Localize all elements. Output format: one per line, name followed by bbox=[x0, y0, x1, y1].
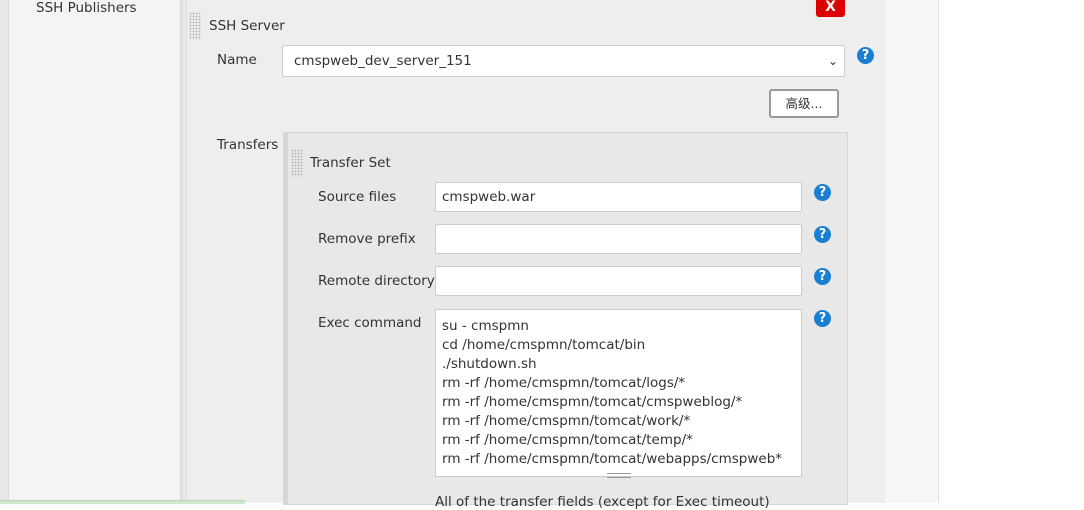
help-icon[interactable]: ? bbox=[814, 268, 831, 285]
remove-prefix-label: Remove prefix bbox=[318, 231, 416, 247]
remove-prefix-input[interactable] bbox=[435, 224, 802, 254]
chevron-down-icon: ⌄ bbox=[827, 54, 838, 68]
transfers-label: Transfers bbox=[217, 137, 279, 153]
advanced-button[interactable]: 高级... bbox=[769, 89, 839, 118]
drag-handle-icon[interactable] bbox=[291, 149, 303, 177]
sidebar: SSH Publishers bbox=[9, 0, 183, 503]
source-files-label: Source files bbox=[318, 189, 397, 205]
exec-command-textarea[interactable]: su - cmspmn cd /home/cmspmn/tomcat/bin .… bbox=[435, 309, 802, 477]
transfer-note: All of the transfer fields (except for E… bbox=[435, 494, 770, 510]
help-icon[interactable]: ? bbox=[857, 47, 874, 64]
name-select-value: cmspweb_dev_server_151 bbox=[294, 53, 472, 69]
help-icon[interactable]: ? bbox=[814, 184, 831, 201]
name-select[interactable]: cmspweb_dev_server_151 ⌄ bbox=[282, 45, 845, 77]
source-files-input[interactable]: cmspweb.war bbox=[435, 182, 802, 212]
remote-directory-input[interactable] bbox=[435, 266, 802, 296]
name-label: Name bbox=[217, 52, 257, 68]
left-edge bbox=[0, 0, 9, 503]
delete-button[interactable]: X bbox=[816, 0, 845, 17]
resize-handle-icon[interactable] bbox=[607, 473, 631, 478]
help-icon[interactable]: ? bbox=[814, 310, 831, 327]
right-margin bbox=[886, 0, 939, 503]
drag-handle-icon[interactable] bbox=[189, 12, 201, 40]
transfer-set-title: Transfer Set bbox=[310, 155, 391, 171]
exec-command-label: Exec command bbox=[318, 315, 422, 331]
section-label-ssh-publishers: SSH Publishers bbox=[36, 0, 137, 16]
status-bar bbox=[0, 500, 245, 504]
help-icon[interactable]: ? bbox=[814, 226, 831, 243]
remote-directory-label: Remote directory bbox=[318, 273, 435, 289]
ssh-server-title: SSH Server bbox=[209, 18, 285, 34]
